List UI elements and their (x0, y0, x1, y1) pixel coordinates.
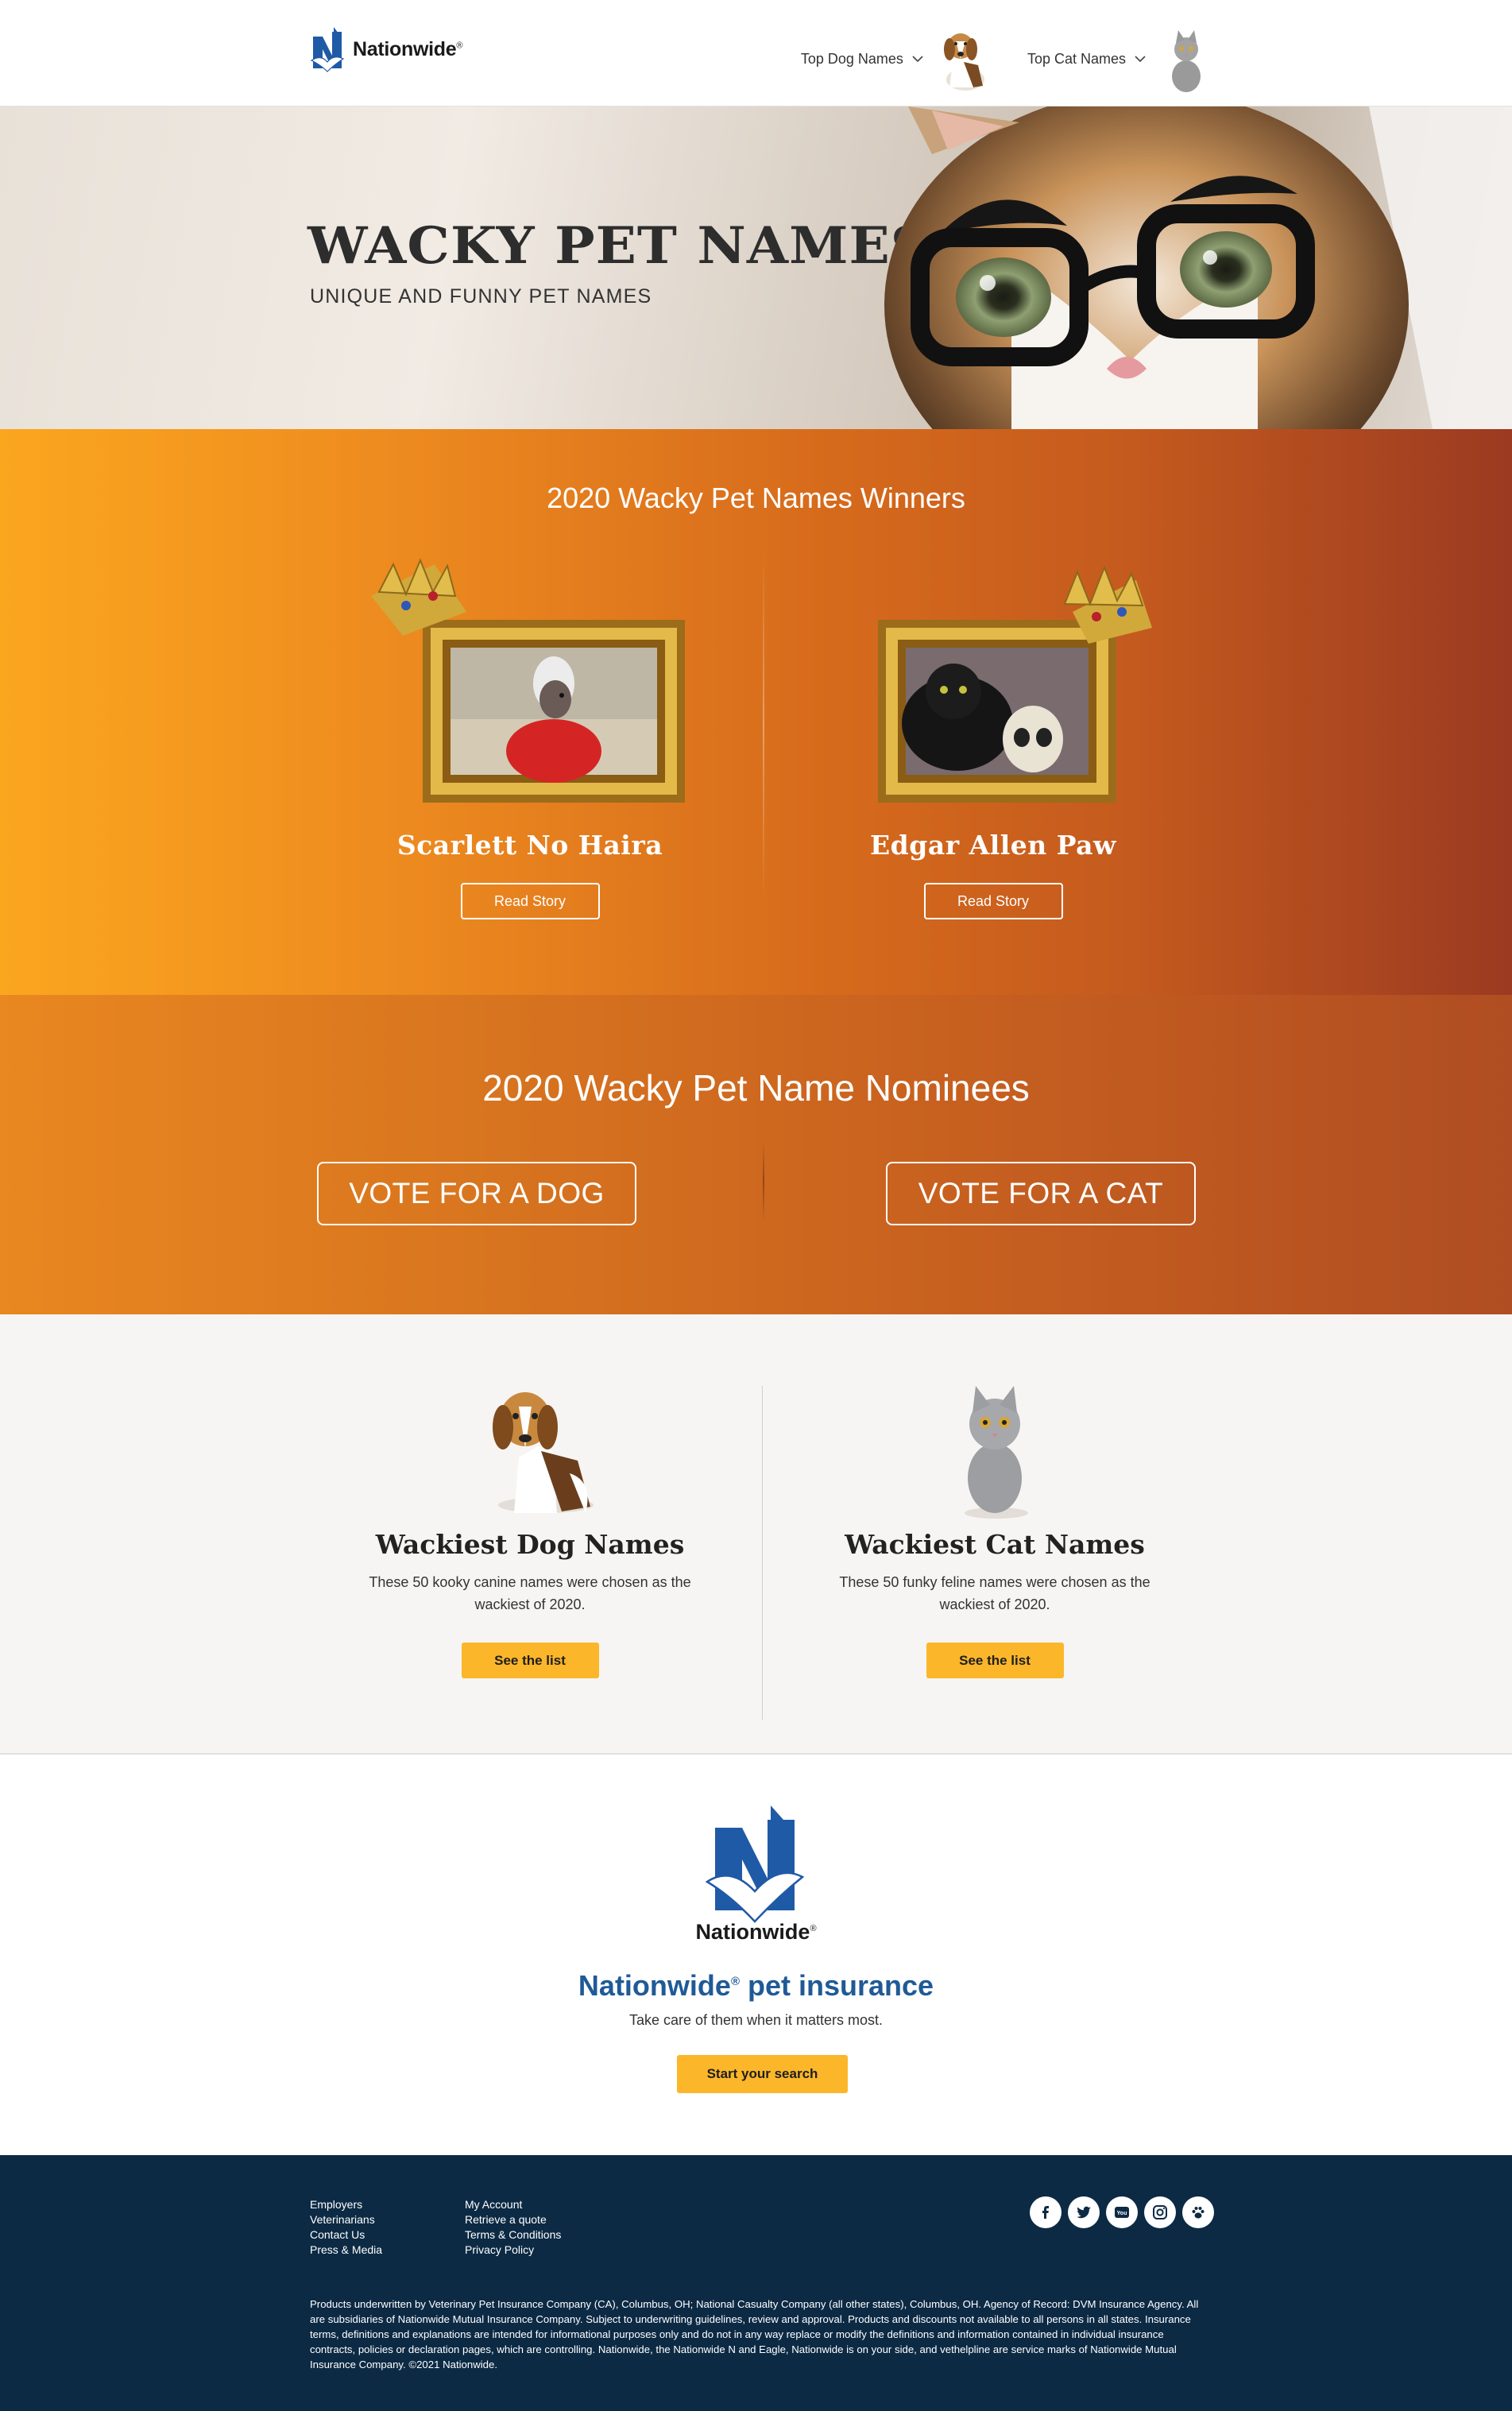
social-links: You (1030, 2196, 1214, 2228)
hero-subtitle: UNIQUE AND FUNNY PET NAMES (310, 285, 652, 308)
brand-name: Nationwide® (353, 37, 463, 60)
footer-link-employers[interactable]: Employers (310, 2198, 382, 2211)
footer-links-col-2: My Account Retrieve a quote Terms & Cond… (465, 2198, 561, 2256)
footer-link-press[interactable]: Press & Media (310, 2243, 382, 2256)
section-divider (763, 1142, 764, 1221)
footer-link-privacy[interactable]: Privacy Policy (465, 2243, 561, 2256)
wackiest-cat-desc: These 50 funky feline names were chosen … (839, 1574, 1150, 1612)
youtube-icon[interactable]: You (1106, 2196, 1138, 2228)
nav-top-cat-names[interactable]: Top Cat Names (1027, 24, 1218, 94)
read-story-button-cat[interactable]: Read Story (923, 883, 1063, 919)
kitten-image (965, 1386, 1028, 1519)
wackiest-names-section: Wackiest Dog Names These 50 kooky canine… (0, 1314, 1512, 1755)
nationwide-eagle-icon (310, 27, 345, 72)
hero-banner: WACKY PET NAMES UNIQUE AND FUNNY PET NAM… (0, 106, 1512, 429)
footer-link-veterinarians[interactable]: Veterinarians (310, 2213, 382, 2226)
section-divider (763, 548, 764, 906)
beagle-image (943, 33, 984, 91)
section-divider (762, 1386, 763, 1720)
wackiest-dog-desc: These 50 kooky canine names were chosen … (369, 1574, 691, 1612)
footer-links-col-1: Employers Veterinarians Contact Us Press… (310, 2198, 382, 2256)
nationwide-eagle-icon (705, 1805, 805, 1923)
winners-title: 2020 Wacky Pet Names Winners (547, 482, 965, 514)
instagram-icon[interactable] (1144, 2196, 1176, 2228)
winner-name-cat: Edgar Allen Paw (870, 830, 1116, 861)
gold-frame (371, 548, 689, 811)
winner-name-dog: Scarlett No Haira (396, 830, 663, 861)
promo-title: Nationwide® pet insurance (578, 1969, 934, 2002)
footer-link-terms[interactable]: Terms & Conditions (465, 2228, 561, 2241)
footer-link-retrieve-quote[interactable]: Retrieve a quote (465, 2213, 561, 2226)
kitten-with-glasses-image (884, 106, 1512, 429)
kitten-image (1172, 30, 1201, 92)
site-header: Nationwide® Top Dog Names Top Cat Names (0, 0, 1512, 106)
start-search-button[interactable]: Start your search (677, 2055, 848, 2093)
chevron-down-icon (912, 56, 923, 63)
beagle-image (493, 1392, 594, 1513)
winners-section: 2020 Wacky Pet Names Winners Scarlett No… (0, 429, 1512, 995)
svg-text:You: You (1117, 2211, 1127, 2216)
insurance-promo: Nationwide® Nationwide® pet insurance Ta… (0, 1755, 1512, 2155)
nationwide-logo[interactable]: Nationwide® (310, 25, 462, 73)
footer-link-contact[interactable]: Contact Us (310, 2228, 382, 2241)
see-dog-list-button[interactable]: See the list (461, 1643, 599, 1678)
vote-cat-button[interactable]: VOTE FOR A CAT (886, 1162, 1196, 1225)
wackiest-cat-title: Wackiest Cat Names (845, 1529, 1145, 1560)
wackiest-cat-card: Wackiest Cat Names These 50 funky feline… (812, 1378, 1178, 1678)
footer-link-my-account[interactable]: My Account (465, 2198, 561, 2211)
nav-label-dog: Top Dog Names (800, 50, 903, 67)
black-cat-with-skull-photo (878, 565, 1152, 803)
crested-dog-photo (371, 558, 685, 803)
vote-dog-button[interactable]: VOTE FOR A DOG (317, 1162, 636, 1225)
read-story-button-dog[interactable]: Read Story (460, 883, 600, 919)
nav-top-dog-names[interactable]: Top Dog Names (801, 24, 996, 94)
twitter-icon[interactable] (1068, 2196, 1100, 2228)
see-cat-list-button[interactable]: See the list (926, 1643, 1064, 1678)
nominees-section: 2020 Wacky Pet Name Nominees VOTE FOR A … (0, 995, 1512, 1314)
site-footer: Employers Veterinarians Contact Us Press… (0, 2155, 1512, 2411)
promo-brand-name: Nationwide® (695, 1920, 817, 1944)
nav-label-cat: Top Cat Names (1027, 50, 1126, 67)
winner-card-dog: Scarlett No Haira Read Story (323, 548, 737, 919)
legal-disclaimer: Products underwritten by Veterinary Pet … (310, 2298, 1199, 2370)
nominees-title: 2020 Wacky Pet Name Nominees (482, 1067, 1030, 1109)
paw-icon[interactable] (1182, 2196, 1214, 2228)
promo-subtitle: Take care of them when it matters most. (628, 2012, 884, 2028)
wackiest-dog-card: Wackiest Dog Names These 50 kooky canine… (347, 1378, 713, 1678)
winner-card-cat: Edgar Allen Paw Read Story (787, 548, 1200, 919)
chevron-down-icon (1135, 56, 1146, 63)
facebook-icon[interactable] (1030, 2196, 1061, 2228)
gold-frame (834, 548, 1152, 811)
wackiest-dog-title: Wackiest Dog Names (375, 1529, 685, 1560)
top-nav: Top Dog Names Top Cat Names (801, 24, 1218, 94)
